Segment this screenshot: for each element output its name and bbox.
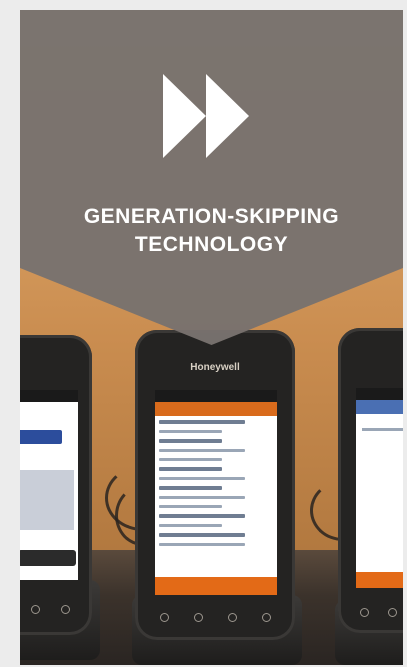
headline-title: GENERATION-SKIPPING TECHNOLOGY bbox=[20, 203, 403, 259]
phone-center: Honeywell bbox=[135, 330, 295, 640]
phone-left-screen bbox=[20, 390, 78, 580]
phone-left bbox=[20, 335, 92, 635]
article-card[interactable]: Honeywell GENERATION-SKIPPING TECHNOLOGY bbox=[20, 10, 403, 665]
headline-line-2: TECHNOLOGY bbox=[134, 233, 289, 256]
phone-right bbox=[338, 328, 403, 633]
phone-center-screen bbox=[155, 390, 277, 595]
phone-screen-button bbox=[155, 577, 277, 595]
headline-line-1: GENERATION-SKIPPING bbox=[83, 205, 340, 228]
phone-right-screen bbox=[356, 388, 403, 588]
fast-forward-icon bbox=[163, 74, 249, 158]
phone-brand-logo: Honeywell bbox=[190, 362, 240, 373]
